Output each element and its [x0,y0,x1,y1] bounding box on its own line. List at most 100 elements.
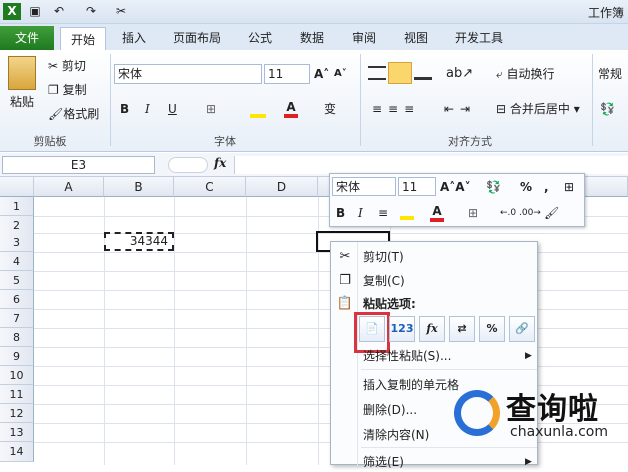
mini-size-select[interactable]: 11 [398,177,436,196]
window-title: 工作簿 [587,6,624,20]
fill-color-icon[interactable] [250,102,266,118]
mini-format-painter-icon[interactable]: 🖌 [544,203,559,223]
copy-button[interactable]: ❐ 复制 [48,80,87,100]
mini-decimal-icons[interactable]: ←.0 .00→ [500,203,541,223]
mini-fill-color-icon[interactable] [400,206,414,220]
column-header[interactable]: A [34,177,104,197]
mini-number-format-icon[interactable]: 💱 [486,177,501,197]
ribbon: 粘贴 ✂ 剪切 ❐ 复制 🖌格式刷 剪贴板 宋体 11 A˄ A˅ B I U … [0,50,628,152]
fx-icon[interactable]: fx [214,156,226,170]
font-size-select[interactable]: 11 [264,64,310,84]
menu-item-clear[interactable]: 清除内容(N) [363,425,429,445]
row-header[interactable]: 10 [0,366,34,385]
redo-icon[interactable]: ↷ [82,3,100,20]
watermark: 查询啦 chaxunla.com [450,378,628,465]
mini-percent-button[interactable]: % [520,177,532,197]
row-header[interactable]: 14 [0,442,34,462]
row-header[interactable]: 3 [0,233,34,252]
mini-align-center-icon[interactable]: ≡ [378,203,388,223]
paste-transpose-icon[interactable]: ⇄ [449,316,475,342]
select-all-corner[interactable] [0,177,34,197]
menu-gutter [357,242,358,466]
cut-button[interactable]: ✂ 剪切 [48,56,86,76]
grow-font-icon[interactable]: A˄ [314,64,329,84]
mini-font-select[interactable]: 宋体 [332,177,396,196]
mini-italic-button[interactable]: I [358,203,363,223]
shrink-font-icon[interactable]: A˅ [334,64,347,84]
tab-formulas[interactable]: 公式 [238,26,282,50]
copied-cell-b3[interactable]: 34344 [104,232,174,251]
name-box[interactable]: E3 [2,156,155,174]
menu-item-insert-copied[interactable]: 插入复制的单元格 [363,375,459,395]
bold-button[interactable]: B [120,99,129,119]
paste-icon: 📋 [336,296,354,311]
orientation-icon[interactable]: ab↗ [446,66,473,81]
format-painter-button[interactable]: 🖌格式刷 [48,104,99,124]
menu-item-delete[interactable]: 删除(D)... [363,400,417,420]
mini-format-icon[interactable]: ⊞ [564,177,574,197]
font-color-icon[interactable]: A [284,100,298,118]
borders-icon[interactable]: ⊞ [206,99,216,119]
paste-button[interactable]: 粘贴 [10,92,34,112]
row-header[interactable]: 1 [0,197,34,216]
row-header[interactable]: 11 [0,385,34,404]
tools-icon[interactable]: ✂ [112,3,130,20]
menu-item-copy[interactable]: 复制(C) [363,271,405,291]
tab-page-layout[interactable]: 页面布局 [164,26,230,50]
align-top-icon[interactable] [368,66,386,80]
paste-formatting-button[interactable]: % [479,316,505,342]
font-name-select[interactable]: 宋体 [114,64,262,84]
row-header[interactable]: 8 [0,328,34,347]
mini-borders-icon[interactable]: ⊞ [468,203,478,223]
tab-view[interactable]: 视图 [394,26,438,50]
menu-item-paste-special[interactable]: 选择性粘贴(S)... [363,346,451,366]
tab-data[interactable]: 数据 [290,26,334,50]
align-buttons[interactable]: ≡≡≡ [372,99,420,119]
phonetic-icon[interactable]: 变 [324,100,336,117]
paste-default-icon[interactable]: 📄 [359,316,385,342]
row-header[interactable]: 9 [0,347,34,366]
menu-item-cut[interactable]: 剪切(T) [363,247,404,267]
row-header[interactable]: 6 [0,290,34,309]
copy-label: 复制 [62,83,87,97]
cut-label: 剪切 [61,59,86,73]
formula-input[interactable] [234,156,628,174]
paste-values-button[interactable]: 123 [389,316,415,342]
wrap-text-button[interactable]: ⤶ 自动换行 [496,64,555,84]
mini-comma-button[interactable]: , [544,177,549,197]
italic-button[interactable]: I [145,99,150,119]
column-header[interactable]: B [104,177,174,197]
merge-center-button[interactable]: ⊟ 合并后居中 ▾ [496,99,580,119]
tab-insert[interactable]: 插入 [112,26,156,50]
watermark-name: 查询啦 [506,392,599,427]
mini-bold-button[interactable]: B [336,203,345,223]
tab-file[interactable]: 文件 [0,26,54,50]
underline-button[interactable]: U [168,99,177,119]
tab-home[interactable]: 开始 [60,27,106,51]
undo-icon[interactable]: ↶ [50,3,68,20]
column-header[interactable]: D [246,177,318,197]
row-header[interactable]: 12 [0,404,34,423]
alignment-group-label: 对齐方式 [448,135,492,148]
align-bottom-icon[interactable] [414,66,432,80]
column-header[interactable]: C [174,177,246,197]
row-header[interactable]: 13 [0,423,34,442]
tab-review[interactable]: 审阅 [342,26,386,50]
mini-font-color-icon[interactable]: A [430,204,444,222]
number-format-select[interactable]: 常规 [598,64,622,84]
currency-icon[interactable]: 💱 [600,99,615,119]
mini-grow-font-icon[interactable]: A˄A˅ [440,177,471,197]
tab-developer[interactable]: 开发工具 [446,26,512,50]
row-header[interactable]: 5 [0,271,34,290]
indent-buttons[interactable]: ⇤⇥ [444,99,476,119]
row-header[interactable]: 4 [0,252,34,271]
quick-access-toolbar: X ▣ ↶ ↷ ✂ 工作簿 [0,0,628,24]
save-icon[interactable]: ▣ [26,3,44,20]
row-header[interactable]: 7 [0,309,34,328]
paste-formulas-button[interactable]: fx [419,316,445,342]
paste-link-icon[interactable]: 🔗 [509,316,535,342]
paste-icon[interactable] [8,56,36,90]
menu-item-filter[interactable]: 筛选(E) [363,452,404,472]
formula-expander[interactable] [168,157,208,173]
align-middle-icon[interactable] [388,62,412,84]
